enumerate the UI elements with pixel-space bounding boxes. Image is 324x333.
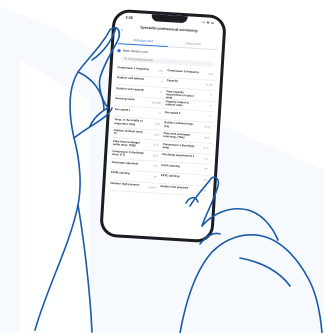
- right-hand-knuckle: [199, 232, 221, 245]
- right-hand-outline: [179, 234, 323, 333]
- left-hand-wrist: [77, 204, 93, 333]
- hands-illustration: [34, 26, 323, 333]
- right-hand-wrist-line: [239, 257, 291, 287]
- left-hand-finger-3: [91, 27, 117, 61]
- left-hand-outline: [34, 26, 121, 331]
- right-hand-index-finger: [189, 176, 220, 227]
- left-hand-thumb: [73, 107, 113, 139]
